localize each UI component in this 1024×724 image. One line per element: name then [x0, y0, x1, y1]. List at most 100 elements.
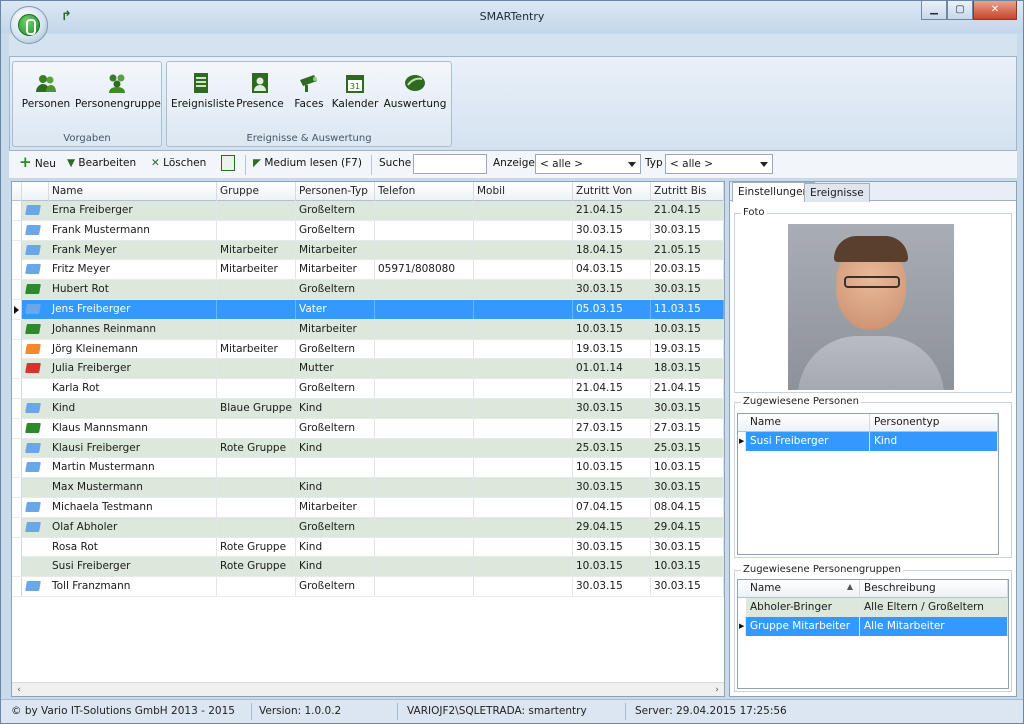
cell-zutritt-bis: 29.04.15 — [651, 517, 724, 537]
row-indicator — [12, 438, 22, 458]
close-button[interactable]: ✕ — [973, 1, 1017, 20]
ereignisliste-button[interactable]: Ereignisliste — [171, 72, 235, 110]
row-indicator — [12, 359, 22, 379]
personen-button[interactable]: Personen — [19, 72, 73, 110]
person-card-button[interactable] — [221, 155, 235, 171]
cell-gruppe: Mitarbeiter — [217, 240, 296, 260]
read-medium-button[interactable]: ◤ Medium lesen (F7) — [253, 157, 362, 169]
column-header-telefon[interactable]: Telefon — [375, 182, 474, 201]
cell-telefon — [375, 438, 474, 458]
display-select[interactable]: < alle > — [535, 154, 641, 174]
cell-zutritt-von: 10.03.15 — [573, 319, 651, 339]
new-button[interactable]: + Neu — [19, 155, 56, 171]
column-header-name[interactable]: Name — [746, 414, 870, 432]
persons-grid[interactable]: Name Gruppe Personen-Typ Telefon Mobil Z… — [11, 181, 725, 697]
status-flag-icon — [25, 502, 41, 512]
list-item[interactable]: ▶ Susi Freiberger Kind — [738, 432, 998, 451]
minimize-button[interactable]: ▁ — [921, 1, 947, 20]
table-row[interactable]: Karla Rot Großeltern 21.04.15 21.04.15 — [12, 379, 724, 399]
auswertung-button[interactable]: Auswertung — [383, 72, 447, 110]
cell-personen-typ — [296, 458, 375, 478]
table-row[interactable]: Rosa Rot Rote Gruppe Kind 30.03.15 30.03.15 — [12, 537, 724, 558]
status-flag-icon — [25, 403, 41, 413]
x-icon: ✕ — [151, 157, 160, 169]
maximize-button[interactable]: ▢ — [947, 1, 973, 20]
faces-button[interactable]: Faces — [289, 72, 329, 110]
table-row[interactable]: Jörg Kleinemann Mitarbeiter Großeltern 19.0… — [12, 339, 724, 360]
cell-name: Susi Freiberger — [49, 557, 217, 577]
column-header-zutritt-bis[interactable]: Zutritt Bis — [651, 182, 724, 201]
status-database: VARIOJF2\SQLETRADA: smartentry — [407, 705, 587, 717]
cell-zutritt-bis: 08.04.15 — [651, 498, 724, 517]
type-select[interactable]: < alle > — [665, 154, 773, 174]
scroll-right-icon[interactable]: › — [710, 684, 724, 696]
table-row[interactable]: Frank Mustermann Großeltern 30.03.15 30.03.… — [12, 220, 724, 241]
flag-header — [22, 182, 49, 201]
column-header-name[interactable]: Name ▲ — [746, 580, 860, 598]
edit-button[interactable]: ▼ Bearbeiten — [67, 157, 136, 169]
cell-name: Olaf Abholer — [49, 517, 217, 537]
cell-telefon — [375, 537, 474, 557]
cell-zutritt-bis: 30.03.15 — [651, 478, 724, 498]
cell-personen-typ: Mitarbeiter — [296, 260, 375, 280]
table-row[interactable]: Klausi Freiberger Rote Gruppe Kind 25.03.15… — [12, 438, 724, 459]
column-header-gruppe[interactable]: Gruppe — [217, 182, 296, 201]
cell-gruppe — [217, 201, 296, 220]
presence-button[interactable]: Presence — [235, 72, 285, 110]
assigned-person-type: Kind — [870, 432, 998, 451]
card-reader-icon: ◤ — [253, 157, 262, 169]
column-header-name[interactable]: Name — [49, 182, 217, 201]
cell-zutritt-von: 30.03.15 — [573, 399, 651, 418]
kalender-button[interactable]: 31 Kalender — [331, 72, 379, 110]
status-flag-icon — [25, 343, 41, 354]
column-header-personen-typ[interactable]: Personen-Typ — [296, 182, 375, 201]
table-row[interactable]: Erna Freiberger Großeltern 21.04.15 21.04.1… — [12, 201, 724, 221]
tab-ereignisse[interactable]: Ereignisse — [804, 183, 870, 202]
table-row[interactable]: Jens Freiberger Vater 05.03.15 11.03.15 — [12, 300, 724, 320]
plus-icon: + — [19, 153, 32, 171]
table-row[interactable]: Julia Freiberger Mutter 01.01.14 18.03.15 — [12, 359, 724, 380]
cell-name: Karla Rot — [49, 379, 217, 399]
assigned-persons-grid[interactable]: Name Personentyp ▶ Susi Freiberger Kind — [737, 413, 999, 555]
column-header-beschreibung[interactable]: Beschreibung — [860, 580, 1008, 598]
personengruppe-button[interactable]: Personengruppe — [75, 72, 161, 110]
cell-zutritt-von: 01.01.14 — [573, 359, 651, 379]
table-row[interactable]: Johannes Reinmann Mitarbeiter 10.03.15 10.0… — [12, 319, 724, 340]
table-row[interactable]: Olaf Abholer Großeltern 29.04.15 29.04.15 — [12, 517, 724, 538]
column-header-zutritt-von[interactable]: Zutritt Von — [573, 182, 651, 201]
column-header-mobil[interactable]: Mobil — [474, 182, 573, 201]
list-item[interactable]: ▶ Gruppe Mitarbeiter Alle Mitarbeiter — [738, 617, 1008, 636]
column-header-personentyp[interactable]: Personentyp — [870, 414, 998, 432]
ribbon-group-vorgaben: Personen Personengruppe Vorgaben — [12, 61, 162, 147]
table-row[interactable]: Toll Franzmann Großeltern 30.03.15 30.03.15 — [12, 577, 724, 597]
table-row[interactable]: Kind Blaue Gruppe Kind 30.03.15 30.03.15 — [12, 399, 724, 419]
assigned-groups-grid[interactable]: Name ▲ Beschreibung Abholer-Bringer Alle … — [737, 579, 1009, 689]
group-description: Alle Mitarbeiter — [860, 617, 1008, 636]
table-row[interactable]: Hubert Rot Großeltern 30.03.15 30.03.15 — [12, 280, 724, 300]
cell-telefon — [375, 418, 474, 438]
cell-zutritt-bis: 21.05.15 — [651, 240, 724, 260]
horizontal-scrollbar[interactable]: ‹ › — [12, 682, 724, 696]
table-row[interactable]: Martin Mustermann 10.03.15 10.03.15 — [12, 458, 724, 479]
read-medium-label: Medium lesen (F7) — [264, 157, 362, 169]
table-row[interactable]: Fritz Meyer Mitarbeiter Mitarbeiter 05971/8… — [12, 260, 724, 281]
table-row[interactable]: Klaus Mannsmann Großeltern 27.03.15 27.03.1… — [12, 418, 724, 439]
app-menu-button[interactable] — [10, 6, 48, 44]
scroll-left-icon[interactable]: ‹ — [12, 684, 26, 696]
table-row[interactable]: Frank Meyer Mitarbeiter Mitarbeiter 18.04.1… — [12, 240, 724, 261]
search-input[interactable] — [413, 154, 487, 174]
row-indicator — [12, 220, 22, 240]
list-item[interactable]: Abholer-Bringer Alle Eltern / Großeltern — [738, 598, 1008, 617]
cell-mobil — [474, 240, 573, 260]
faces-label: Faces — [294, 98, 324, 110]
table-row[interactable]: Susi Freiberger Rote Gruppe Kind 10.03.15 10… — [12, 557, 724, 578]
cell-zutritt-von: 30.03.15 — [573, 220, 651, 240]
cell-zutritt-von: 04.03.15 — [573, 260, 651, 280]
ereignisliste-label: Ereignisliste — [171, 98, 235, 110]
table-row[interactable]: Michaela Testmann Mitarbeiter 07.04.15 08.0… — [12, 498, 724, 518]
table-row[interactable]: Max Mustermann Kind 30.03.15 30.03.15 — [12, 478, 724, 498]
status-separator — [625, 703, 626, 720]
tab-einstellungen[interactable]: Einstellungen — [732, 182, 816, 202]
cell-telefon — [375, 300, 474, 319]
delete-button[interactable]: ✕ Löschen — [151, 157, 206, 169]
